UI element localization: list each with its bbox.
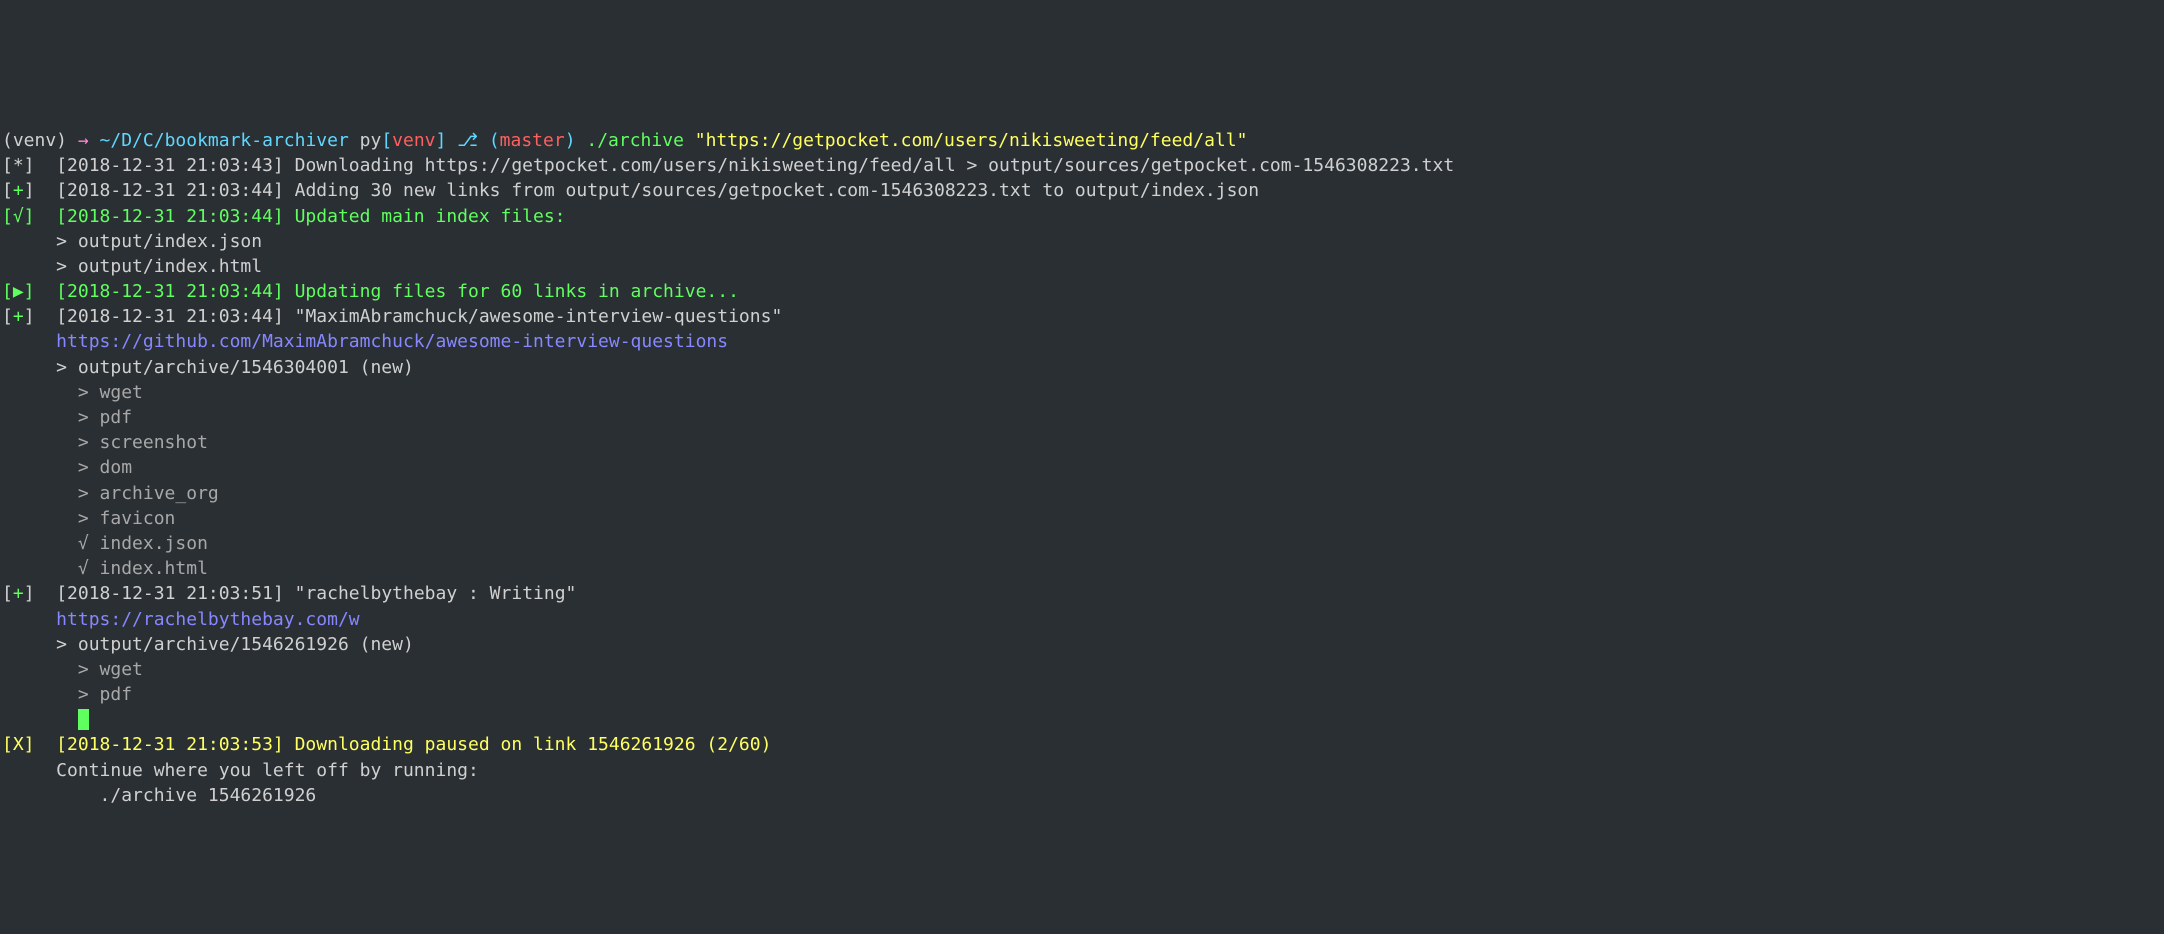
link-title: "MaximAbramchuck/awesome-interview-quest… [284, 306, 783, 327]
link-title: "rachelbythebay : Writing" [284, 583, 577, 604]
prompt-line: (venv) → ~/D/C/bookmark-archiver py[venv… [2, 130, 1247, 151]
timestamp: [2018-12-31 21:03:44] [35, 180, 284, 201]
plus-icon: + [13, 306, 24, 327]
log-msg: Adding 30 new links from output/sources/… [284, 180, 1259, 201]
bracket-open: [ [2, 306, 13, 327]
log-line-paused: [X] [2018-12-31 21:03:53] Downloading pa… [2, 734, 771, 755]
bracket-close: ] [24, 306, 35, 327]
plus-icon: + [13, 180, 24, 201]
branch-icon: ⎇ [457, 130, 489, 151]
venv-tag: (venv) [2, 130, 78, 151]
py-prefix: py [360, 130, 382, 151]
cursor-block-icon [78, 709, 89, 731]
bracket-close: ] [24, 583, 35, 604]
timestamp: [2018-12-31 21:03:43] [35, 155, 284, 176]
log-line-link-2: [+] [2018-12-31 21:03:51] "rachelbytheba… [2, 583, 576, 604]
paren-open: ( [489, 130, 500, 151]
log-msg: Downloading https://getpocket.com/users/… [284, 155, 1454, 176]
resume-cmd: ./archive 1546261926 [2, 785, 316, 806]
bracket-close: ] [24, 180, 35, 201]
cmd-bin: ./archive [586, 130, 694, 151]
cursor-indent [2, 709, 78, 730]
cmd-arg: "https://getpocket.com/users/nikisweetin… [695, 130, 1248, 151]
log-line-updating-files: [▶] [2018-12-31 21:03:44] Updating files… [2, 281, 739, 302]
output-path: > output/index.html [2, 256, 262, 277]
step-dom: > dom [2, 457, 132, 478]
step-wget: > wget [2, 382, 143, 403]
close-bracket: ] [436, 130, 458, 151]
log-line-link-1: [+] [2018-12-31 21:03:44] "MaximAbramchu… [2, 306, 782, 327]
cwd-text: ~/D/C/bookmark-archiver [100, 130, 360, 151]
output-dir: > output/archive/1546304001 (new) [2, 357, 414, 378]
status-tag: [*] [2, 155, 35, 176]
step-archive-org: > archive_org [2, 483, 219, 504]
step-index-html: √ index.html [2, 558, 208, 579]
bracket-open: [ [2, 180, 13, 201]
timestamp: [2018-12-31 21:03:44] [35, 306, 284, 327]
log-line-download: [*] [2018-12-31 21:03:43] Downloading ht… [2, 155, 1454, 176]
step-index-json: √ index.json [2, 533, 208, 554]
step-pdf: > pdf [2, 407, 132, 428]
resume-hint: Continue where you left off by running: [2, 760, 479, 781]
step-screenshot: > screenshot [2, 432, 208, 453]
step-wget: > wget [2, 659, 143, 680]
plus-icon: + [13, 583, 24, 604]
py-env: venv [392, 130, 435, 151]
log-line-updated-index: [√] [2018-12-31 21:03:44] Updated main i… [2, 206, 566, 227]
step-favicon: > favicon [2, 508, 175, 529]
link-url[interactable]: https://rachelbythebay.com/w [2, 609, 360, 630]
output-dir: > output/archive/1546261926 (new) [2, 634, 414, 655]
open-bracket: [ [381, 130, 392, 151]
link-url[interactable]: https://github.com/MaximAbramchuck/aweso… [2, 331, 728, 352]
arrow-icon: → [78, 130, 100, 151]
step-pdf: > pdf [2, 684, 132, 705]
terminal-output: (venv) → ~/D/C/bookmark-archiver py[venv… [0, 126, 2164, 808]
output-path: > output/index.json [2, 231, 262, 252]
log-line-adding: [+] [2018-12-31 21:03:44] Adding 30 new … [2, 180, 1259, 201]
paren-close: ) [565, 130, 587, 151]
cursor-line [2, 709, 89, 730]
timestamp: [2018-12-31 21:03:51] [35, 583, 284, 604]
bracket-open: [ [2, 583, 13, 604]
branch-name: master [500, 130, 565, 151]
